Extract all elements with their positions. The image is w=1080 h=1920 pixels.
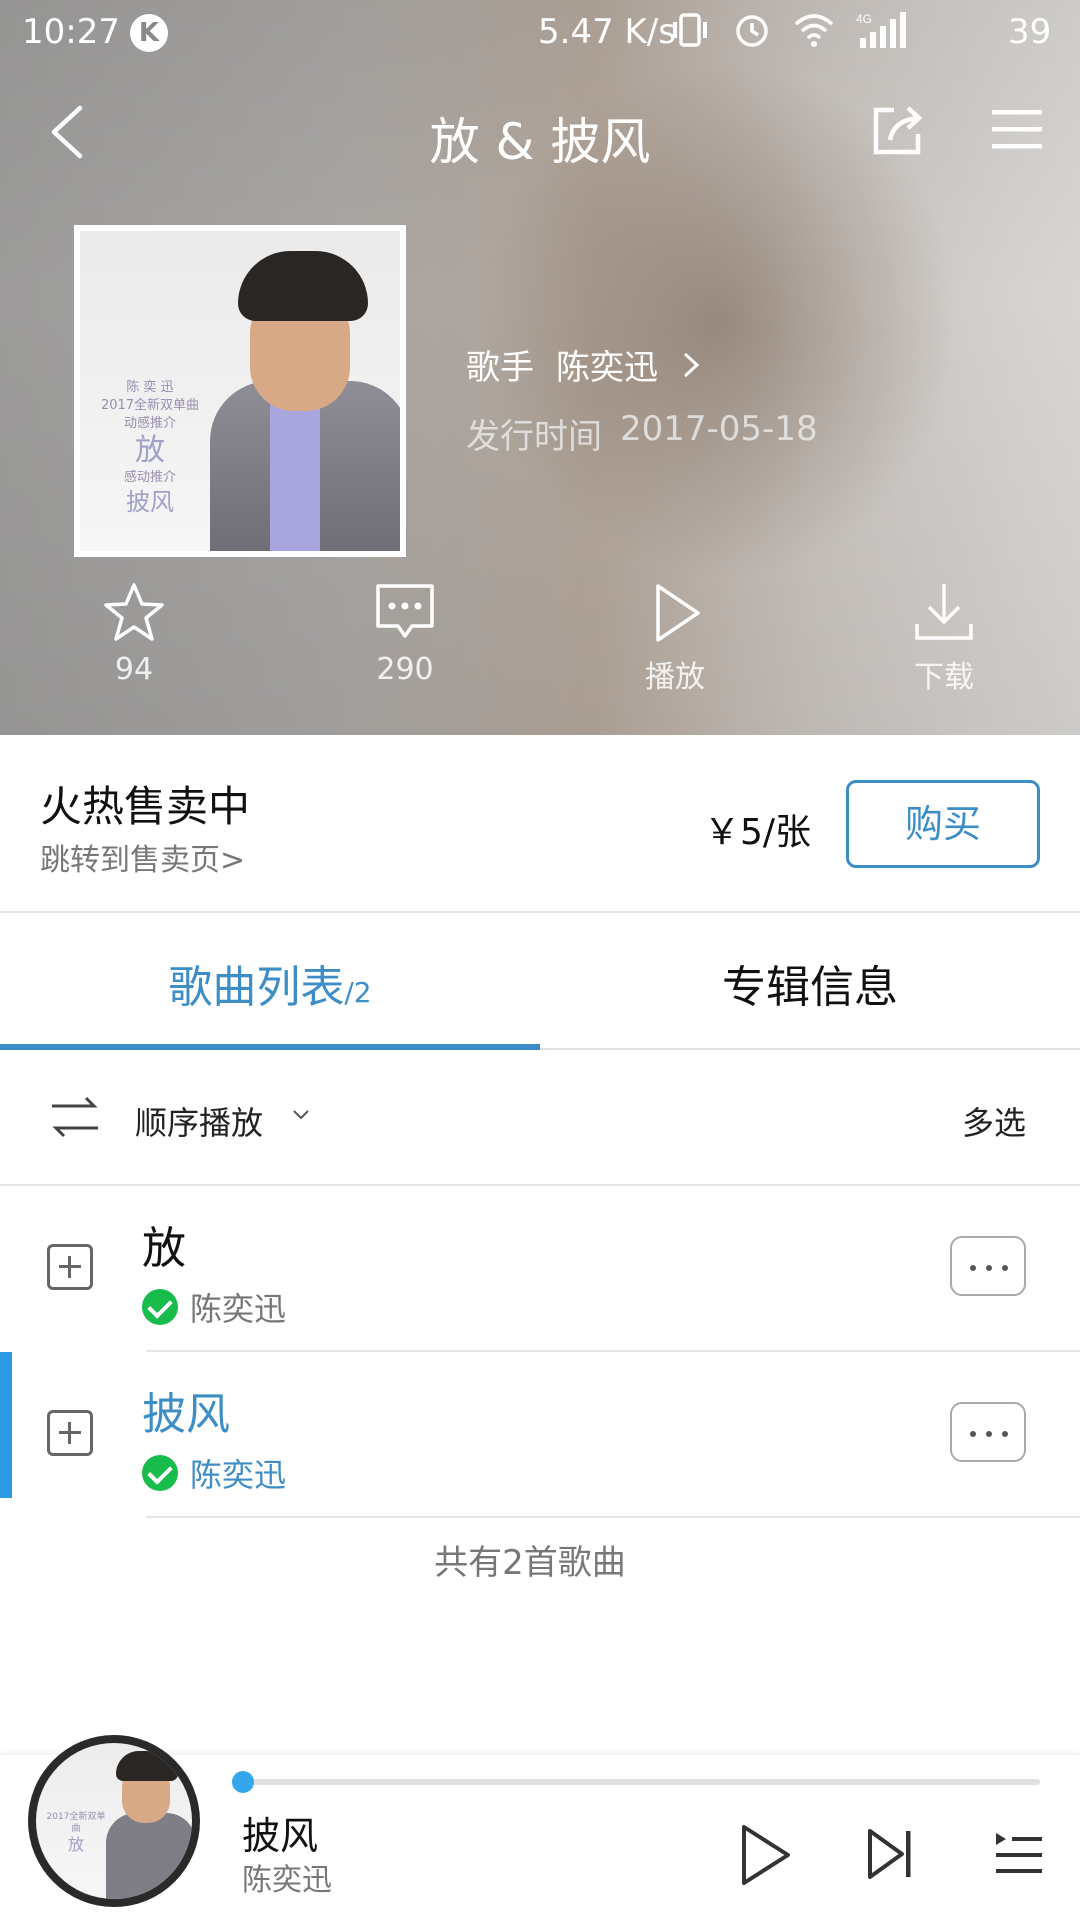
song-title: 披风: [142, 1389, 230, 1440]
player-song-title: 披风: [242, 1814, 319, 1858]
signal-4g-icon: 4G: [856, 12, 906, 48]
price-label: ￥5/张: [704, 812, 812, 853]
alarm-icon: [736, 15, 768, 47]
add-icon[interactable]: [47, 1410, 93, 1456]
tab-song-count: /2: [344, 976, 372, 1009]
battery-level: 39: [1008, 12, 1052, 52]
svg-text:4G: 4G: [856, 12, 872, 26]
player-artist: 陈奕迅: [242, 1863, 332, 1898]
more-options-button[interactable]: [950, 1402, 1026, 1462]
sale-banner: 火热售卖中 跳转到售卖页> ￥5/张 购买: [0, 735, 1080, 913]
star-icon: [104, 583, 164, 641]
comment-icon: [376, 584, 434, 638]
tab-album-info[interactable]: 专辑信息: [540, 951, 1080, 1015]
comment-count: 290: [376, 652, 434, 687]
download-button[interactable]: 下载: [864, 580, 1024, 696]
disc-cover-song1: 放: [67, 1835, 84, 1854]
play-icon[interactable]: [738, 1823, 792, 1887]
album-actions: 94 290 播放 下载: [0, 580, 1080, 710]
release-info: 发行时间 2017-05-18: [466, 409, 818, 458]
sale-page-link[interactable]: 跳转到售卖页>: [40, 835, 245, 879]
downloaded-check-icon: [142, 1289, 178, 1325]
song-artist-row: 陈奕迅: [142, 1284, 286, 1330]
play-all-button[interactable]: 播放: [595, 580, 755, 696]
singer-link[interactable]: 歌手 陈奕迅: [466, 340, 818, 389]
favorite-count: 94: [114, 652, 154, 687]
now-playing-indicator: [0, 1352, 12, 1498]
k-app-icon: K: [130, 14, 168, 52]
cover-song1: 放: [135, 433, 165, 468]
singer-label: 歌手: [466, 348, 534, 388]
song-artist: 陈奕迅: [190, 1456, 287, 1494]
play-icon: [656, 584, 700, 642]
menu-icon[interactable]: [990, 102, 1046, 158]
top-bar: 放 & 披风: [0, 80, 1080, 190]
play-label: 播放: [645, 660, 705, 695]
status-bar: 10:27 K 5.47 K/s 4G 39: [0, 0, 1080, 66]
download-label: 下载: [914, 660, 974, 695]
cover-song2: 披风: [126, 488, 174, 516]
disc-cover-text: 2017全新双单曲放: [44, 1811, 108, 1855]
playlist-icon[interactable]: [994, 1831, 1044, 1877]
now-playing-disc[interactable]: 2017全新双单曲放: [28, 1735, 200, 1907]
next-track-icon[interactable]: [866, 1827, 914, 1881]
share-icon[interactable]: [868, 100, 928, 160]
release-date: 2017-05-18: [620, 409, 818, 449]
song-title: 放: [142, 1223, 186, 1274]
singer-name: 陈奕迅: [556, 348, 658, 388]
divider: [146, 1516, 1080, 1518]
status-time: 10:27: [22, 12, 120, 52]
buy-button[interactable]: 购买: [846, 780, 1040, 868]
status-icons: 4G: [670, 10, 912, 50]
sequential-play-icon[interactable]: [50, 1094, 100, 1140]
multi-select-button[interactable]: 多选: [962, 1098, 1026, 1144]
vibrate-icon: [673, 13, 707, 47]
play-mode-row: 顺序播放 多选: [0, 1050, 1080, 1186]
list-item[interactable]: 披风 陈奕迅: [0, 1352, 1080, 1518]
progress-bar[interactable]: [232, 1771, 1040, 1793]
tab-song-list[interactable]: 歌曲列表/2: [0, 951, 540, 1015]
mini-player: 2017全新双单曲放 披风 陈奕迅: [0, 1735, 1080, 1920]
chevron-down-icon[interactable]: [292, 1108, 310, 1122]
download-icon: [915, 584, 973, 640]
list-item[interactable]: 放 陈奕迅: [0, 1186, 1080, 1352]
album-meta: 歌手 陈奕迅 发行时间 2017-05-18: [466, 340, 818, 458]
more-options-button[interactable]: [950, 1236, 1026, 1296]
downloaded-check-icon: [142, 1455, 178, 1491]
play-mode-label[interactable]: 顺序播放: [135, 1098, 263, 1144]
tab-song-list-label: 歌曲列表: [168, 962, 345, 1013]
cover-text: 陈 奕 迅 2017全新双单曲 动感推介 放 感动推介 披风: [90, 379, 210, 517]
song-total: 共有2首歌曲: [434, 1543, 626, 1583]
add-icon[interactable]: [47, 1244, 93, 1290]
chevron-right-icon: [683, 352, 700, 377]
release-label: 发行时间: [466, 417, 602, 457]
song-artist-row: 陈奕迅: [142, 1450, 286, 1496]
album-cover: 陈 奕 迅 2017全新双单曲 动感推介 放 感动推介 披风: [74, 225, 406, 557]
wifi-icon: [794, 14, 834, 47]
disc-cover-subtitle: 2017全新双单曲: [46, 1812, 106, 1834]
cover-subtitle: 2017全新双单曲: [100, 398, 200, 413]
sale-headline: 火热售卖中: [40, 782, 251, 831]
cover-artist: 陈 奕 迅: [126, 380, 174, 395]
comment-button[interactable]: 290: [325, 580, 485, 687]
song-artist: 陈奕迅: [190, 1290, 287, 1328]
favorite-button[interactable]: 94: [54, 580, 214, 687]
cover-tag1: 动感推介: [123, 416, 176, 431]
progress-handle[interactable]: [232, 1771, 254, 1793]
net-speed: 5.47 K/s: [538, 12, 676, 52]
tab-bar: 歌曲列表/2 专辑信息: [0, 913, 1080, 1050]
cover-tag2: 感动推介: [123, 470, 176, 485]
